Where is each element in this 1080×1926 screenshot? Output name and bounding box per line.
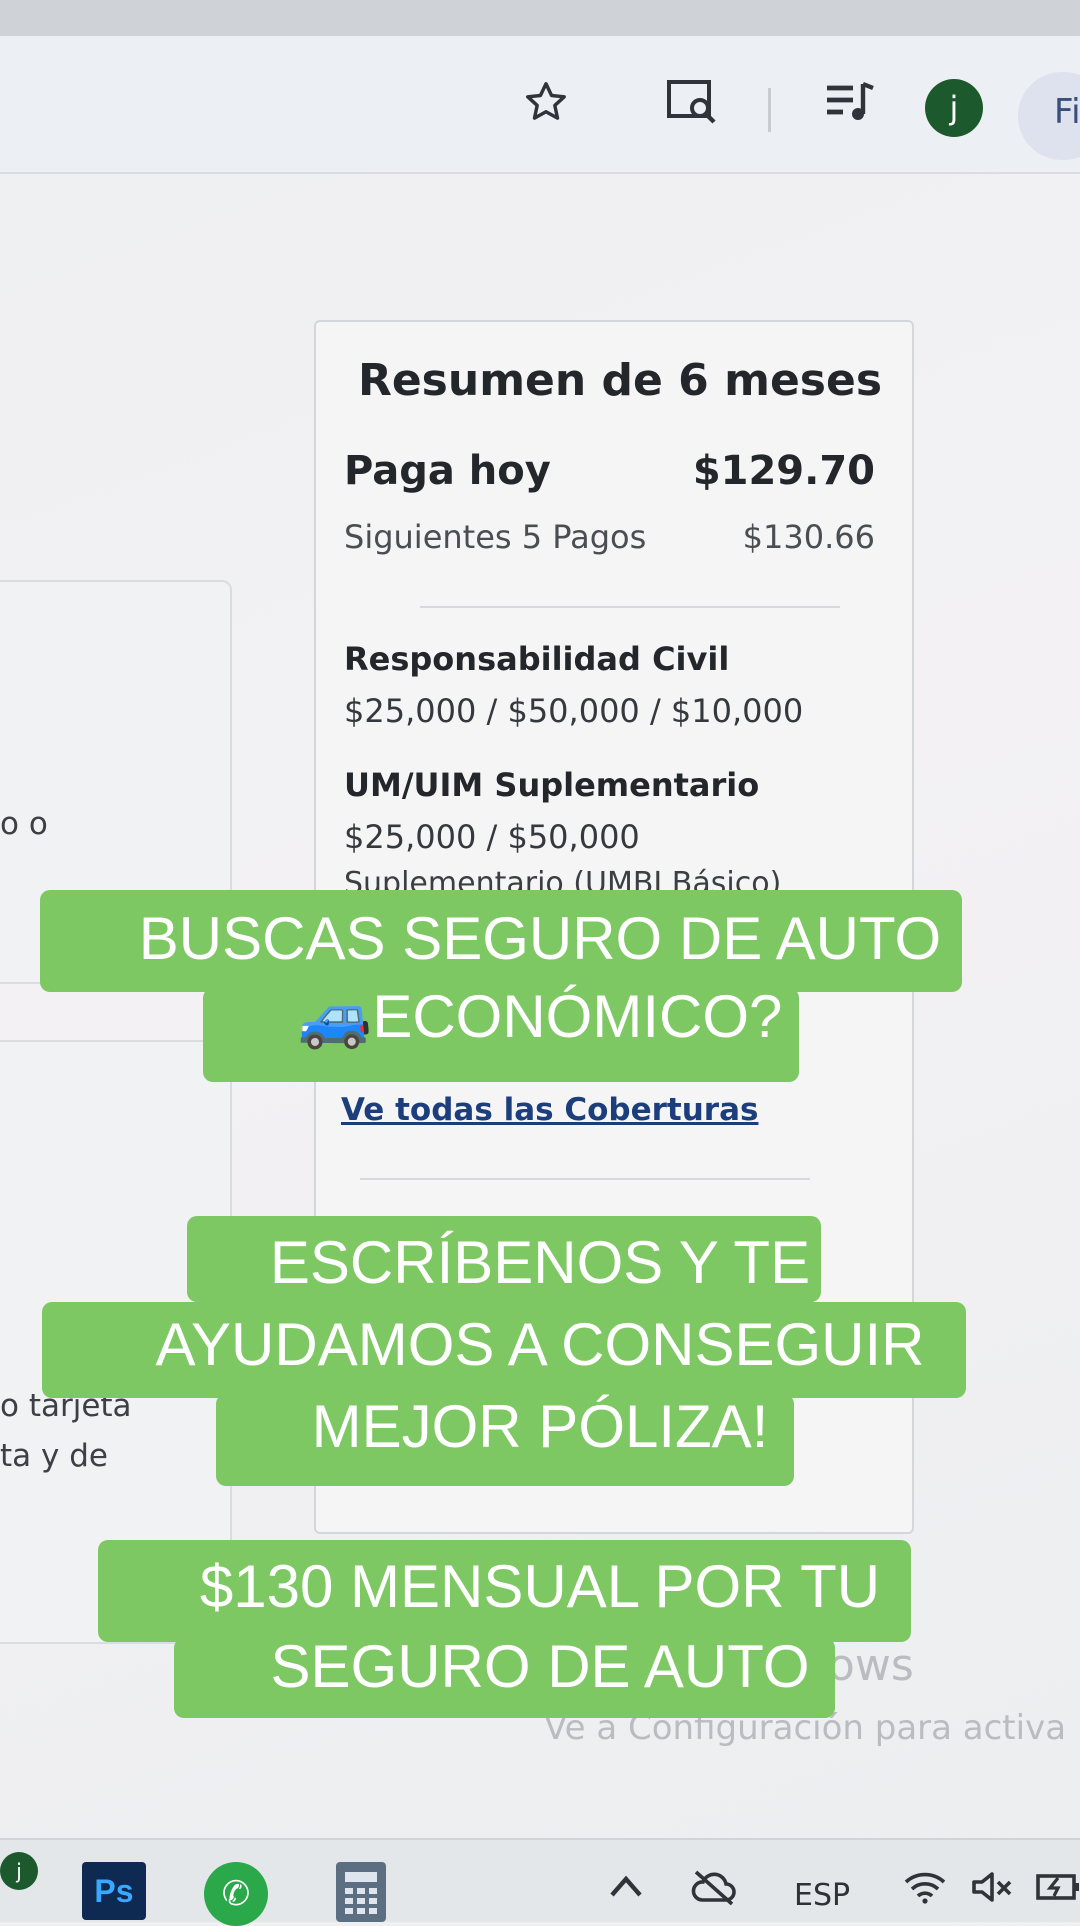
toolbar-pill-label: Fi <box>1054 92 1080 132</box>
language-indicator[interactable]: ESP <box>794 1878 850 1913</box>
caption-line: ESCRÍBENOS Y TE <box>269 1229 811 1296</box>
next-payments-label: Siguientes 5 Pagos <box>344 518 647 556</box>
profile-avatar[interactable]: j <box>925 79 983 137</box>
left-text-fragment: o o <box>0 806 48 842</box>
caption-line: $130 MENSUAL POR TU <box>199 1553 881 1620</box>
caption-line: SEGURO DE AUTO <box>270 1633 810 1700</box>
summary-divider-lower <box>360 1178 810 1180</box>
photoshop-icon[interactable]: Ps <box>82 1862 146 1920</box>
caption-line: MEJOR PÓLIZA! <box>311 1393 769 1460</box>
taskbar-dot-letter: j <box>16 1859 22 1883</box>
battery-charging-icon[interactable] <box>1036 1870 1080 1913</box>
bookmark-star-icon[interactable] <box>516 72 576 132</box>
photoshop-label: Ps <box>94 1872 134 1909</box>
summary-title: Resumen de 6 meses <box>357 355 883 406</box>
taskbar-app-dot[interactable]: j <box>0 1852 38 1890</box>
caption-line: AYUDAMOS A CONSEGUIR <box>155 1311 925 1378</box>
coverage-value: $25,000 / $50,000 / $10,000 <box>344 692 804 730</box>
whatsapp-icon[interactable]: ✆ <box>204 1862 268 1926</box>
coverage-title: UM/UIM Suplementario <box>344 766 760 804</box>
page-search-icon[interactable] <box>662 72 722 132</box>
coverage-value: $25,000 / $50,000 <box>344 818 640 856</box>
media-playlist-icon[interactable] <box>820 72 880 132</box>
view-all-coverages-link[interactable]: Ve todas las Coberturas <box>341 1092 758 1128</box>
speaker-muted-icon[interactable] <box>970 1870 1014 1913</box>
cloud-offline-icon[interactable] <box>690 1870 738 1915</box>
calculator-icon[interactable] <box>336 1862 386 1922</box>
pay-today-label: Paga hoy <box>344 448 551 494</box>
coverage-title: Responsabilidad Civil <box>344 640 730 678</box>
toolbar-separator <box>768 88 771 132</box>
chevron-up-icon[interactable] <box>608 1870 644 1910</box>
next-payments-value: $130.66 <box>742 518 875 556</box>
caption-line: BUSCAS SEGURO DE AUTO <box>138 905 942 972</box>
caption-line: 🚙ECONÓMICO? <box>297 983 783 1050</box>
pay-today-value: $129.70 <box>692 448 875 494</box>
wifi-icon[interactable] <box>904 1870 946 1913</box>
avatar-letter: j <box>949 89 959 127</box>
summary-divider <box>420 606 840 608</box>
browser-top-strip <box>0 0 1080 36</box>
